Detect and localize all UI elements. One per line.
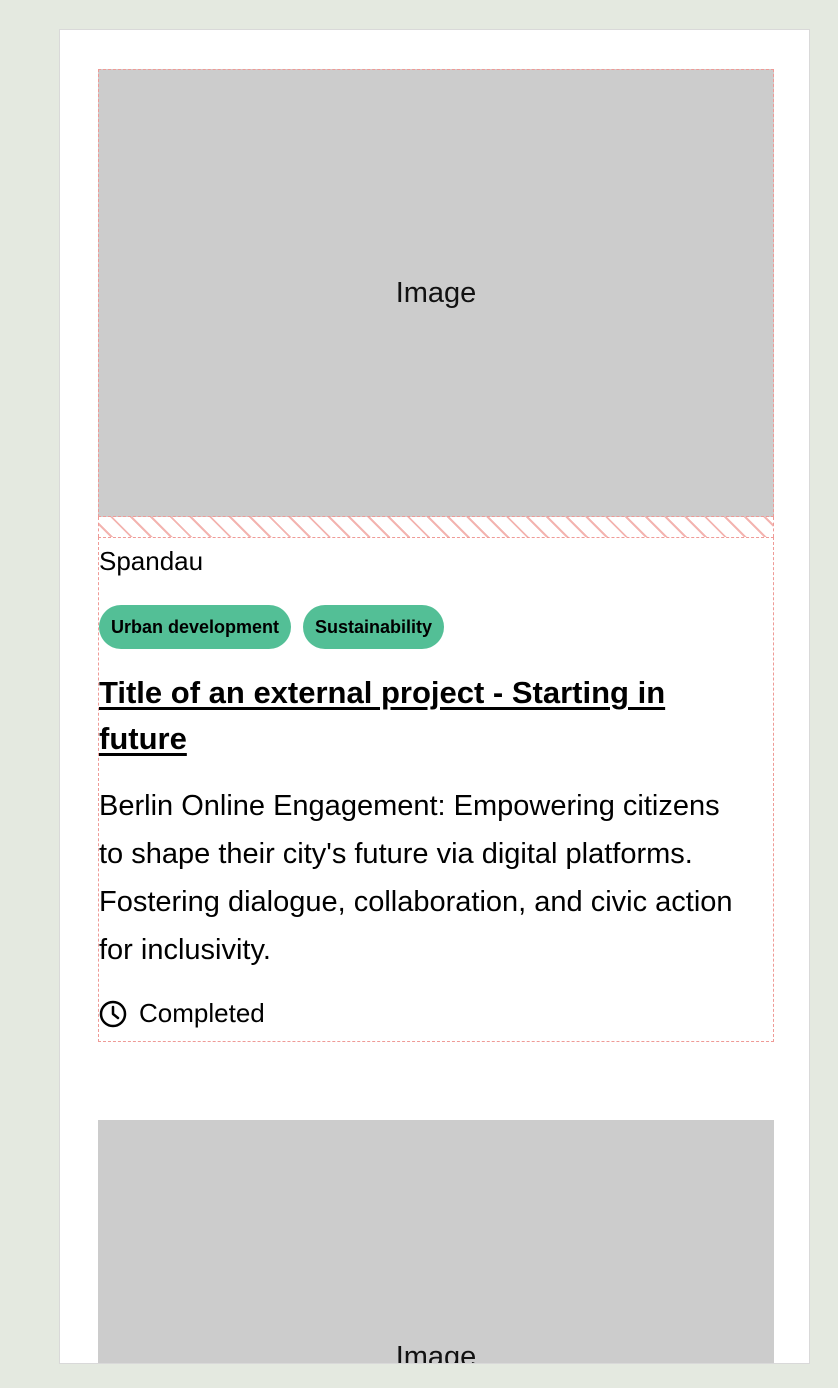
tag-sustainability: Sustainability [303, 605, 445, 649]
project-description: Berlin Online Engagement: Empowering cit… [99, 790, 733, 966]
image-placeholder-label: Image [395, 276, 477, 309]
project-title-link[interactable]: Title of an external project - Starting … [99, 670, 739, 762]
image-placeholder-label: Image [395, 1341, 477, 1364]
project-image-placeholder: Image [98, 69, 774, 517]
project-card: Image Spandau Urban development Sustaina… [98, 69, 774, 1042]
status-label: Completed [139, 998, 265, 1028]
project-card: Image [98, 1120, 774, 1364]
tag-urban-development: Urban development [99, 605, 292, 649]
project-card-body: Spandau Urban development Sustainability… [98, 537, 774, 1042]
project-list-panel: Image Spandau Urban development Sustaina… [59, 29, 810, 1364]
spacing-indicator [98, 517, 774, 537]
clock-icon [99, 1000, 127, 1028]
project-image-placeholder: Image [98, 1120, 774, 1364]
tag-list: Urban development Sustainability [99, 605, 445, 649]
district-label: Spandau [99, 546, 204, 576]
project-status: Completed [99, 998, 265, 1029]
